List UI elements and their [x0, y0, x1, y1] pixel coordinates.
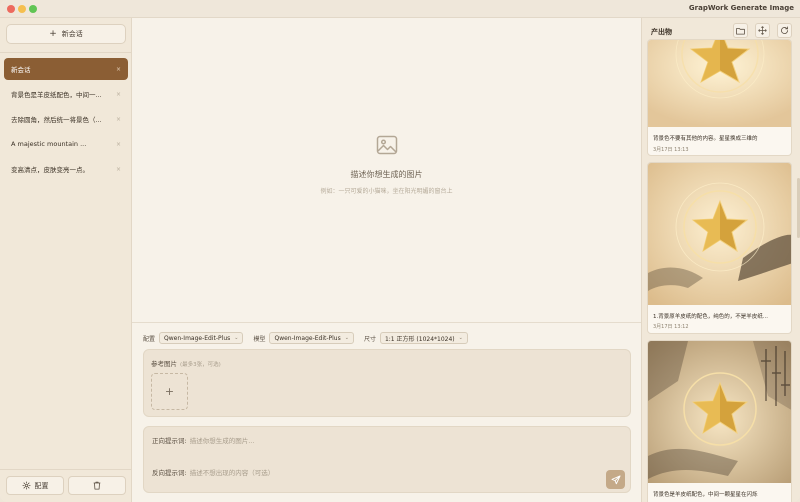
positive-prompt-placeholder: 描述你想生成的图片... [189, 437, 255, 445]
output-date: 3月17日 13:13 [653, 147, 689, 153]
reference-title: 参考图片 (最多3张，可选) [151, 358, 221, 368]
new-chat-label: 新会话 [61, 30, 83, 38]
output-date: 3月17日 13:12 [653, 324, 689, 330]
conversation-item[interactable]: A majestic mountain ... × [4, 133, 128, 155]
model-value: Qwen-Image-Edit-Plus [274, 334, 341, 342]
empty-subtitle: 例如：一只可爱的小猫咪，坐在阳光明媚的窗台上 [320, 188, 453, 195]
delete-conversation-icon[interactable]: × [113, 91, 121, 98]
generation-controls: 配置 Qwen-Image-Edit-Plus ⌄ 模型 Qwen-Image-… [143, 332, 478, 344]
chevron-down-icon: ⌄ [234, 335, 239, 341]
conversation-label: A majestic mountain ... [11, 140, 87, 148]
refresh-button[interactable] [777, 23, 792, 38]
minimize-window-button[interactable] [18, 5, 26, 13]
delete-conversation-icon[interactable]: × [113, 116, 121, 123]
conversation-item[interactable]: 背景色是羊皮纸配色，中间一... × [4, 83, 128, 105]
plus-icon: + [49, 28, 57, 39]
settings-label: 配置 [34, 481, 49, 490]
generated-image [648, 163, 791, 305]
reference-images-panel: 参考图片 (最多3张，可选) + [143, 349, 631, 417]
negative-prompt-label: 反向提示词: [152, 469, 187, 477]
send-button[interactable] [606, 470, 625, 489]
zoom-window-button[interactable] [29, 5, 37, 13]
outputs-title: 产出物 [651, 28, 672, 36]
divider [0, 52, 132, 53]
size-label: 尺寸 [363, 335, 376, 343]
app-title: GrapWork Generate Image [688, 4, 794, 12]
title-bar: GrapWork Generate Image [0, 0, 800, 18]
model-label: 模型 [253, 335, 266, 343]
gear-icon [21, 481, 31, 490]
model-select[interactable]: Qwen-Image-Edit-Plus ⌄ [269, 332, 354, 344]
image-icon [376, 135, 397, 155]
prompt-panel: 正向提示词: 描述你想生成的图片... 反向提示词: 描述不想出现的内容（可选） [143, 426, 631, 493]
config-label: 配置 [143, 335, 156, 343]
output-caption: 背景色是羊皮纸配色，中间一颗星星在闪烁 [653, 492, 758, 498]
conversation-item[interactable]: 去除圆角，然后统一将景色（... × [4, 108, 128, 130]
conversation-label: 去除圆角，然后统一将景色（... [11, 116, 102, 124]
folder-icon [736, 27, 745, 34]
open-folder-button[interactable] [733, 23, 748, 38]
generated-image [648, 341, 791, 483]
delete-conversation-icon[interactable]: × [113, 66, 121, 73]
conversation-item[interactable]: 变高清点，皮肤变亮一点。 × [4, 158, 128, 180]
delete-button[interactable] [68, 476, 126, 495]
delete-conversation-icon[interactable]: × [113, 141, 121, 148]
outputs-panel: 产出物 背景色不要有其他的内容。星星换成三维的 3月17日 13:13 1.背景… [641, 18, 800, 502]
output-card[interactable]: 背景色不要有其他的内容。星星换成三维的 3月17日 13:13 [647, 39, 792, 156]
conversation-item[interactable]: 新会话 × [4, 58, 128, 80]
layout-button[interactable] [755, 23, 770, 38]
send-icon [610, 474, 621, 484]
divider [132, 322, 641, 323]
chevron-down-icon: ⌄ [458, 335, 463, 341]
delete-conversation-icon[interactable]: × [113, 166, 121, 173]
conversation-label: 背景色是羊皮纸配色，中间一... [11, 91, 102, 99]
generated-image [648, 40, 791, 127]
config-select[interactable]: Qwen-Image-Edit-Plus ⌄ [159, 332, 244, 344]
negative-prompt-field[interactable]: 反向提示词: 描述不想出现的内容（可选） [152, 467, 274, 477]
reference-title-text: 参考图片 [151, 360, 177, 368]
output-card[interactable]: 背景色是羊皮纸配色，中间一颗星星在闪烁 [647, 340, 792, 502]
positive-prompt-field[interactable]: 正向提示词: 描述你想生成的图片... [152, 435, 254, 445]
chevron-down-icon: ⌄ [344, 335, 349, 341]
move-icon [758, 26, 767, 35]
main-area: 描述你想生成的图片 例如：一只可爱的小猫咪，坐在阳光明媚的窗台上 配置 Qwen… [132, 18, 641, 502]
settings-button[interactable]: 配置 [6, 476, 64, 495]
reference-hint: (最多3张，可选) [180, 362, 221, 368]
positive-prompt-label: 正向提示词: [152, 437, 187, 445]
plus-icon: + [164, 385, 175, 398]
config-value: Qwen-Image-Edit-Plus [164, 334, 231, 342]
output-caption: 1.背景原羊皮纸的配色，纯色的，不是羊皮纸... [653, 314, 768, 320]
conversation-label: 变高清点，皮肤变亮一点。 [11, 166, 89, 174]
size-select[interactable]: 1:1 正方形 (1024*1024) ⌄ [379, 332, 468, 344]
add-reference-image-button[interactable]: + [151, 373, 188, 410]
empty-state: 描述你想生成的图片 例如：一只可爱的小猫咪，坐在阳光明媚的窗台上 [132, 133, 641, 195]
size-value: 1:1 正方形 (1024*1024) [384, 335, 455, 343]
conversation-label: 新会话 [11, 66, 31, 74]
output-caption: 背景色不要有其他的内容。星星换成三维的 [653, 136, 758, 142]
new-chat-button[interactable]: + 新会话 [6, 24, 126, 44]
sidebar: + 新会话 新会话 × 背景色是羊皮纸配色，中间一... × 去除圆角，然后统一… [0, 18, 132, 502]
app-window: GrapWork Generate Image + 新会话 新会话 × 背景色是… [0, 0, 800, 502]
close-window-button[interactable] [7, 5, 15, 13]
output-card[interactable]: 1.背景原羊皮纸的配色，纯色的，不是羊皮纸... 3月17日 13:12 [647, 162, 792, 334]
refresh-icon [781, 26, 788, 34]
divider [0, 469, 132, 470]
empty-title: 描述你想生成的图片 [350, 170, 423, 179]
negative-prompt-placeholder: 描述不想出现的内容（可选） [189, 469, 275, 477]
trash-icon [93, 481, 101, 490]
